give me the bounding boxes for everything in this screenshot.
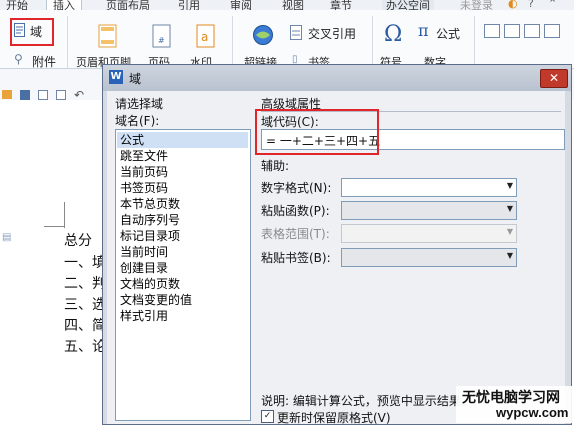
list-item[interactable]: 跳至文件	[120, 148, 168, 164]
site-watermark: 无忧电脑学习网 wypcw.com	[456, 386, 574, 423]
margin-marker	[64, 202, 65, 228]
doc-line: 三、选	[64, 297, 106, 313]
save-icon[interactable]	[20, 90, 30, 100]
attachment-button[interactable]: ⚲ 附件	[12, 52, 62, 70]
print-preview-icon[interactable]	[56, 90, 66, 100]
doc-line: 二、判	[64, 276, 106, 292]
ribbon-divider	[232, 16, 233, 68]
dialog-panel: 请选择域 域名(F): 公式 跳至文件 当前页码 书签页码 本节总页数 自动序列…	[107, 91, 565, 425]
field-button[interactable]: 域	[12, 20, 50, 40]
svg-text:#: #	[158, 36, 165, 45]
watermark-url: wypcw.com	[496, 405, 569, 420]
chevron-down-icon: ▼	[506, 204, 513, 213]
header-footer-icon[interactable]	[98, 24, 118, 48]
list-item[interactable]: 书签页码	[120, 180, 168, 196]
doc-line: 总分	[64, 233, 92, 249]
helper-label: 辅助:	[261, 159, 290, 173]
list-item-selected[interactable]: 公式	[117, 132, 248, 148]
preserve-format-label: 更新时保留原格式(V)	[277, 411, 391, 425]
cross-reference-icon	[290, 25, 302, 40]
cross-reference-button[interactable]: 交叉引用	[290, 24, 370, 42]
wps-writer-icon: W	[109, 70, 123, 84]
page-number-icon[interactable]: #	[152, 24, 172, 48]
minimize-ribbon-icon[interactable]: ⌃	[548, 0, 557, 10]
hyperlink-icon[interactable]	[252, 24, 274, 46]
print-icon[interactable]	[38, 90, 48, 100]
paste-function-label: 粘贴函数(P):	[261, 204, 330, 218]
preserve-format-checkbox[interactable]: ✓	[261, 410, 274, 423]
chevron-down-icon: ▼	[506, 227, 513, 236]
svg-text:a: a	[201, 30, 208, 44]
list-item[interactable]: 文档变更的值	[120, 292, 192, 308]
dropdown-control-icon[interactable]	[524, 24, 540, 38]
paste-bookmark-label: 粘贴书签(B):	[261, 251, 331, 265]
ribbon-divider	[474, 16, 475, 68]
field-icon	[14, 23, 25, 37]
list-item[interactable]: 当前页码	[120, 164, 168, 180]
margin-marker	[44, 226, 64, 227]
textbox-icon[interactable]	[484, 24, 500, 38]
doc-line: 一、填	[64, 255, 106, 271]
list-item[interactable]: 自动序列号	[120, 212, 180, 228]
number-format-select[interactable]: ▼	[341, 178, 517, 197]
field-dialog: W 域 ✕ 请选择域 域名(F): 公式 跳至文件 当前页码 书签页码 本节总页…	[102, 64, 572, 425]
number-format-label: 数字格式(N):	[261, 181, 332, 195]
dialog-title: 域	[129, 72, 142, 86]
description-text: 说明: 编辑计算公式，预览中显示结果。	[261, 394, 473, 408]
doc-line: 四、简	[64, 318, 106, 334]
close-button[interactable]: ✕	[540, 69, 568, 88]
paste-bookmark-select[interactable]: ▼	[341, 248, 517, 267]
paperclip-icon: ⚲	[14, 52, 23, 66]
cross-reference-label: 交叉引用	[308, 27, 357, 41]
table-range-label: 表格范围(T):	[261, 227, 330, 241]
list-item[interactable]: 本节总页数	[120, 196, 180, 212]
watermark-icon[interactable]: a	[196, 24, 216, 48]
list-item[interactable]: 文档的页数	[120, 276, 180, 292]
paragraph-handle-icon[interactable]: ▤	[2, 232, 11, 243]
list-item[interactable]: 标记目录项	[120, 228, 180, 244]
ribbon-divider	[372, 16, 373, 68]
choose-field-label: 请选择域	[115, 97, 164, 111]
quick-access-toolbar: ↶	[0, 88, 110, 108]
doc-line: 五、论	[64, 339, 106, 355]
chevron-down-icon: ▼	[506, 251, 513, 260]
dialog-title-bar[interactable]: W 域 ✕	[103, 65, 571, 91]
field-name-label: 域名(F):	[115, 114, 160, 128]
ribbon-divider	[67, 16, 68, 68]
list-control-icon[interactable]	[544, 24, 560, 38]
preserve-format-option[interactable]: ✓ 更新时保留原格式(V)	[261, 408, 461, 425]
watermark-title: 无忧电脑学习网	[462, 390, 560, 406]
symbol-icon[interactable]: Ω	[384, 22, 402, 47]
undo-icon[interactable]: ↶	[74, 88, 84, 102]
checkbox-control-icon[interactable]	[504, 24, 520, 38]
help-icon[interactable]: ?	[528, 0, 534, 10]
field-name-list[interactable]: 公式 跳至文件 当前页码 书签页码 本节总页数 自动序列号 标记目录项 当前时间…	[115, 129, 251, 421]
field-code-highlight	[255, 109, 379, 155]
attachment-button-label: 附件	[32, 55, 57, 69]
list-item[interactable]: 当前时间	[120, 244, 168, 260]
list-item[interactable]: 样式引用	[120, 308, 168, 324]
paste-function-select[interactable]: ▼	[341, 201, 517, 220]
skin-icon[interactable]: ◐	[508, 0, 518, 10]
chevron-down-icon: ▼	[506, 181, 513, 190]
formula-button[interactable]: π 公式	[418, 21, 468, 42]
form-controls-group	[484, 24, 570, 64]
close-icon: ✕	[548, 71, 560, 85]
ribbon-tab-bar: 开始 插入 页面布局 引用 审阅 视图 章节 办公空间 未登录 ◐ ? ⌃	[0, 0, 574, 13]
formula-label: 公式	[436, 27, 461, 41]
table-range-select: ▼	[341, 224, 517, 243]
open-folder-icon[interactable]	[2, 90, 12, 99]
list-item[interactable]: 创建目录	[120, 260, 168, 276]
field-button-label: 域	[30, 25, 43, 39]
pi-icon: π	[418, 21, 429, 40]
